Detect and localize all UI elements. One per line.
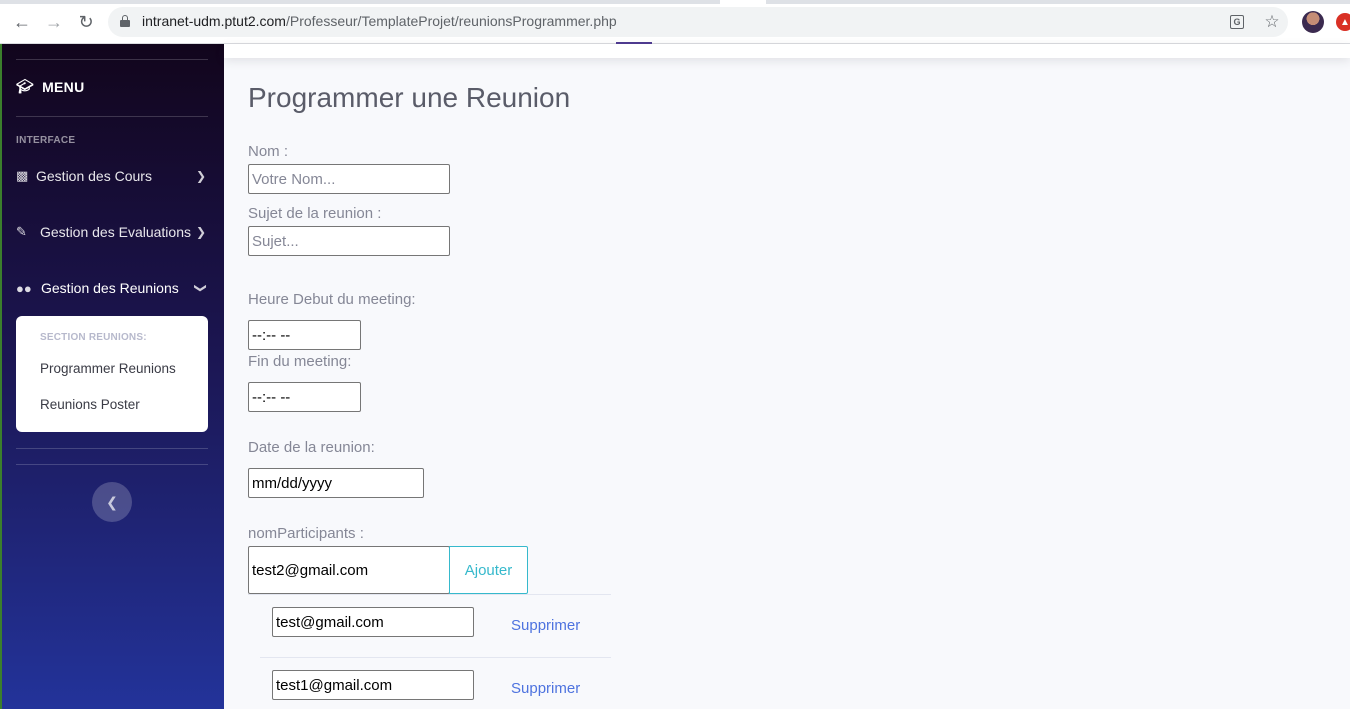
sidebar-item-reunions[interactable]: ●● Gestion des Reunions ❯ [16, 277, 208, 299]
sidebar: 🎓︎ MENU INTERFACE ▩ Gestion des Cours ❯ … [0, 44, 224, 709]
participant-email-field[interactable]: test@gmail.com [272, 607, 474, 637]
page-title: Programmer une Reunion [248, 82, 571, 113]
heure-debut-label: Heure Debut du meeting: [248, 291, 416, 308]
translate-icon[interactable]: G [1230, 15, 1244, 29]
lock-icon [120, 15, 130, 27]
chevron-right-icon: ❯ [195, 169, 207, 183]
sidebar-item-label: Gestion des Evaluations [40, 224, 191, 240]
divider [260, 657, 611, 658]
sidebar-divider [16, 464, 208, 465]
graduation-cap-icon: 🎓︎ [16, 78, 35, 94]
reload-icon[interactable]: ↻ [74, 10, 98, 34]
book-icon: ▩ [16, 168, 29, 183]
ajouter-button[interactable]: Ajouter [449, 546, 528, 594]
extension-icon[interactable]: ▲ [1336, 13, 1350, 31]
bookmark-star-icon[interactable]: ☆ [1263, 12, 1281, 31]
chevron-left-icon: ❮ [106, 493, 118, 510]
sidebar-item-cours[interactable]: ▩ Gestion des Cours ❯ [16, 165, 208, 187]
sidebar-toggle-button[interactable]: ❮ [92, 482, 132, 522]
chevron-right-icon: ❯ [195, 225, 207, 239]
sujet-input[interactable]: Sujet... [248, 226, 450, 256]
url-text: intranet-udm.ptut2.com/Professeur/Templa… [142, 13, 617, 29]
fin-meeting-input[interactable]: --:-- -- [248, 382, 361, 412]
nom-label: Nom : [248, 143, 289, 160]
browser-toolbar: ← → ↻ intranet-udm.ptut2.com/Professeur/… [0, 0, 1350, 44]
main-content: Programmer une Reunion Nom : Votre Nom..… [224, 42, 1350, 709]
supprimer-link[interactable]: Supprimer [511, 680, 580, 697]
supprimer-link[interactable]: Supprimer [511, 617, 580, 634]
sidebar-item-label: Gestion des Cours [36, 168, 152, 184]
fin-meeting-label: Fin du meeting: [248, 353, 352, 370]
forward-icon[interactable]: → [42, 10, 66, 34]
sidebar-item-evaluations[interactable]: ✎ Gestion des Evaluations ❯ [16, 221, 208, 243]
sidebar-brand[interactable]: 🎓︎ MENU [16, 78, 85, 95]
participant-email-field[interactable]: test1@gmail.com [272, 670, 474, 700]
brand-text: MENU [42, 78, 85, 95]
date-label: Date de la reunion: [248, 439, 375, 456]
address-bar[interactable]: intranet-udm.ptut2.com/Professeur/Templa… [108, 7, 1288, 37]
submenu-link-poster[interactable]: Reunions Poster [40, 397, 140, 412]
submenu-link-programmer[interactable]: Programmer Reunions [40, 361, 176, 376]
participants-label: nomParticipants : [248, 525, 364, 542]
users-icon: ●● [16, 280, 32, 296]
sidebar-divider [16, 448, 208, 449]
participant-email-input[interactable]: test2@gmail.com [248, 546, 450, 594]
sidebar-item-label: Gestion des Reunions [41, 280, 179, 296]
sidebar-divider [16, 59, 208, 60]
profile-avatar[interactable] [1302, 11, 1324, 33]
reunions-submenu: SECTION REUNIONS: Programmer Reunions Re… [16, 316, 208, 432]
divider [248, 594, 611, 595]
heure-debut-input[interactable]: --:-- -- [248, 320, 361, 350]
back-icon[interactable]: ← [10, 10, 34, 34]
nom-input[interactable]: Votre Nom... [248, 164, 450, 194]
sidebar-heading: INTERFACE [16, 135, 76, 146]
chevron-down-icon: ❯ [194, 282, 208, 294]
tab-strip [0, 0, 1350, 4]
edit-icon: ✎ [16, 224, 27, 239]
sujet-label: Sujet de la reunion : [248, 205, 382, 222]
submenu-heading: SECTION REUNIONS: [40, 332, 147, 343]
date-input[interactable]: mm/dd/yyyy [248, 468, 424, 498]
sidebar-divider [16, 116, 208, 117]
topbar [224, 42, 1350, 58]
